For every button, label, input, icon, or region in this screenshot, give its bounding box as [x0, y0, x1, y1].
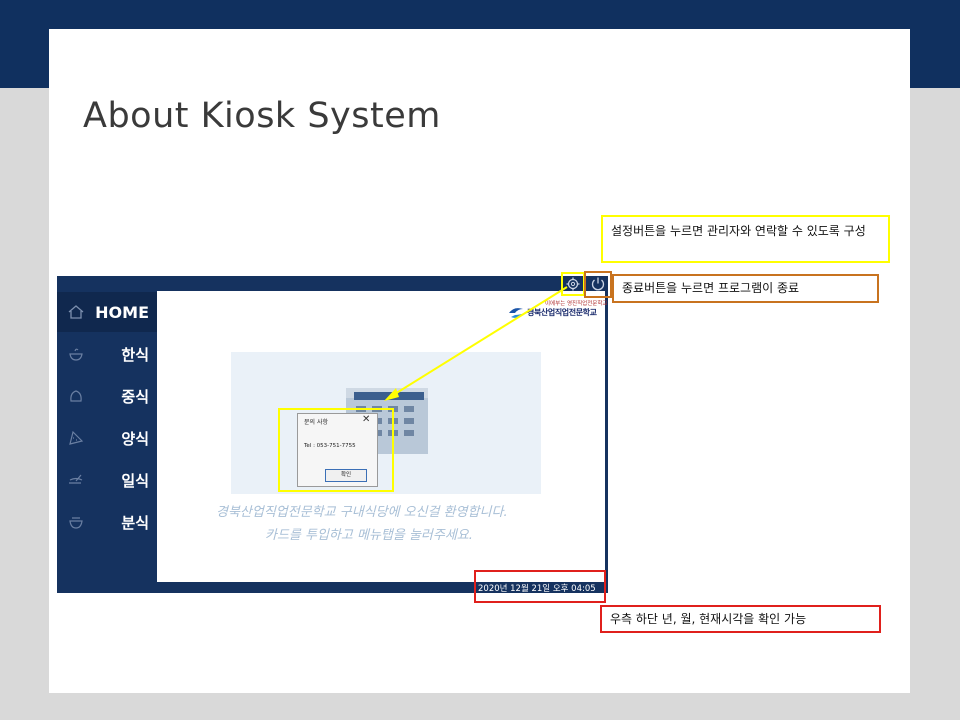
welcome-text-line2: 카드를 투입하고 메뉴탭을 눌러주세요. [265, 528, 473, 543]
sidebar-item-japanese[interactable]: 일식 [57, 460, 157, 500]
sidebar-item-chinese[interactable]: 중식 [57, 376, 157, 416]
slide-title: About Kiosk System [83, 96, 441, 136]
settings-callout: 설정버튼을 누르면 관리자와 연락할 수 있도록 구성 [601, 215, 890, 263]
sidebar-item-label: HOME [95, 302, 149, 322]
pizza-icon [69, 430, 84, 445]
dialog-highlight-box [278, 408, 394, 492]
sidebar-item-home[interactable]: HOME [57, 292, 157, 332]
home-icon [68, 305, 84, 319]
rice-bowl-icon [69, 348, 83, 361]
sidebar-item-label: 양식 [121, 429, 149, 448]
dumpling-icon [70, 390, 82, 402]
sidebar-item-snack[interactable]: 분식 [57, 502, 157, 542]
sushi-icon [69, 474, 83, 484]
sidebar-item-korean[interactable]: 한식 [57, 334, 157, 374]
sidebar-item-western[interactable]: 양식 [57, 418, 157, 458]
sidebar-item-label: 분식 [121, 513, 149, 532]
clock-callout: 우측 하단 년, 월, 현재시각을 확인 가능 [600, 605, 881, 633]
sidebar-item-label: 중식 [121, 387, 149, 406]
sidebar-item-label: 한식 [121, 345, 149, 364]
sidebar-item-label: 일식 [121, 471, 149, 490]
clock-highlight-box [474, 570, 606, 603]
exit-highlight-box [584, 271, 612, 298]
exit-callout: 종료버튼을 누르면 프로그램이 종료 [612, 274, 879, 303]
connector-arrow [384, 286, 568, 401]
noodle-bowl-icon [69, 517, 83, 529]
welcome-text-line1: 경북산업직업전문학교 구내식당에 오신걸 환영합니다. [216, 505, 508, 520]
